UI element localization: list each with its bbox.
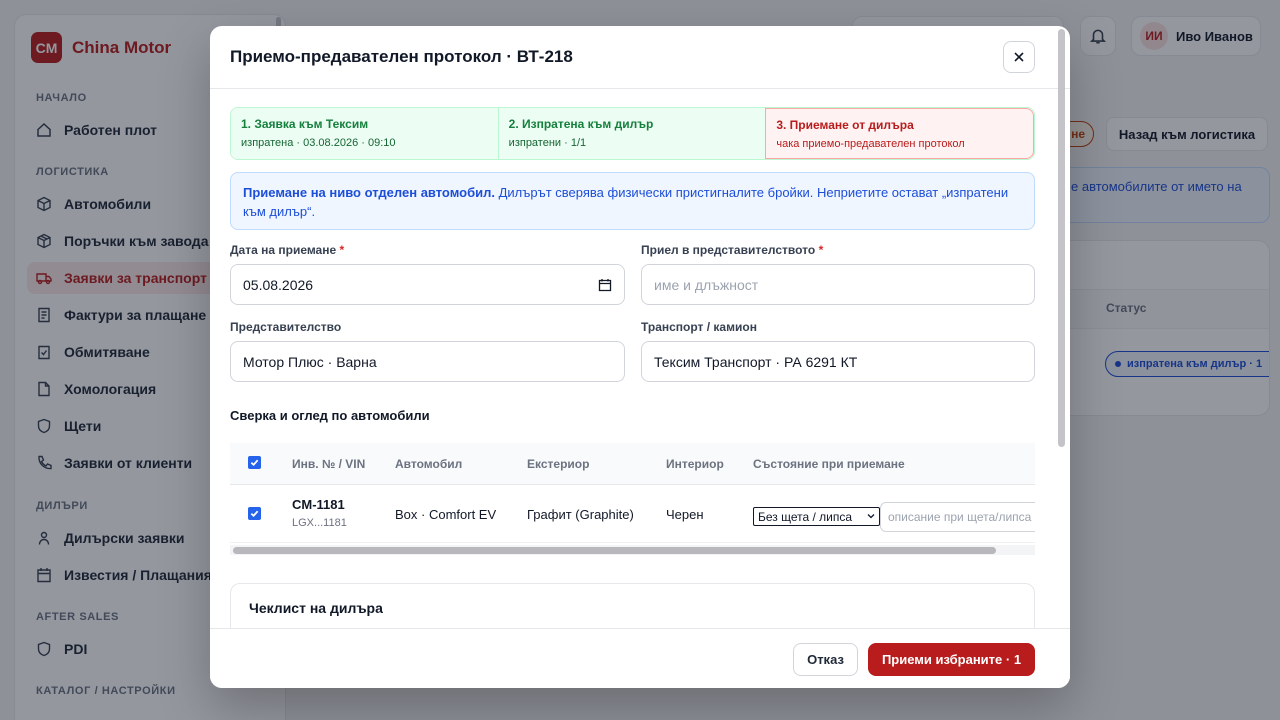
dealer-label: Представителство [230, 320, 342, 334]
close-icon [1014, 52, 1024, 62]
calendar-icon[interactable] [598, 278, 612, 292]
step-title: 2. Изпратена към дилър [508, 117, 654, 131]
dealer-input[interactable]: Мотор Плюс · Варна [230, 341, 625, 382]
step-subtitle: изпратена · 03.08.2026 · 09:10 [241, 137, 396, 149]
date-value: 05.08.2026 [243, 276, 314, 293]
dialog-footer: Отказ Приеми избраните · 1 [210, 628, 1070, 688]
select-all-checkbox[interactable] [248, 456, 261, 469]
inventory-number: CM-1181 [292, 497, 345, 512]
accept-selected-button[interactable]: Приеми избраните · 1 [868, 643, 1035, 676]
row-checkbox[interactable] [248, 507, 261, 520]
col-interior: Интериор [666, 457, 724, 471]
step-sent-to-dealer: 2. Изпратена към дилър изпратени · 1/1 [497, 108, 766, 159]
table-horizontal-scrollbar[interactable] [230, 545, 1035, 555]
transport-label: Транспорт / камион [641, 320, 757, 334]
check-icon [250, 459, 259, 467]
step-request-teksim: 1. Заявка към Тексим изпратена · 03.08.2… [231, 108, 498, 159]
acceptance-date-input[interactable]: 05.08.2026 [230, 264, 625, 305]
dialog-title: Приемо-предавателен протокол · ВТ-218 [230, 47, 573, 66]
info-banner: Приемане на ниво отделен автомобил. Дилъ… [230, 172, 1035, 230]
required-mark: * [339, 243, 345, 257]
condition-select[interactable]: Без щета / липса [753, 507, 880, 526]
received-by-input[interactable]: име и длъжност [641, 264, 1035, 305]
exterior-color: Графит (Graphite) [527, 507, 634, 522]
cancel-button[interactable]: Отказ [793, 643, 858, 676]
checklist-title: Чеклист на дилъра [249, 600, 383, 616]
check-icon [250, 510, 259, 518]
dialog-scrollbar[interactable] [1058, 29, 1065, 447]
vehicle-check-section-title: Сверка и оглед по автомобили [230, 408, 430, 423]
car-model: Box · Comfort EV [395, 507, 497, 522]
received-by-label: Приел в представителството * [641, 243, 824, 257]
required-mark: * [818, 243, 824, 257]
vin: LGX...1181 [292, 517, 347, 529]
condition-value: Без щета / липса [758, 509, 853, 524]
col-vin: Инв. № / VIN [292, 457, 366, 471]
step-subtitle: изпратени · 1/1 [508, 137, 587, 149]
close-button[interactable] [1003, 41, 1035, 73]
interior-color: Черен [666, 507, 704, 522]
col-condition: Състояние при приемане [753, 457, 905, 471]
damage-description-input[interactable]: описание при щета/липса [880, 502, 1035, 532]
progress-steps: 1. Заявка към Тексим изпратена · 03.08.2… [230, 107, 1035, 160]
info-banner-title: Приемане на ниво отделен автомобил. [243, 185, 495, 200]
vehicle-table: Инв. № / VIN Автомобил Екстериор Интерио… [230, 443, 1035, 558]
transport-input[interactable]: Тексим Транспорт · РА 6291 КТ [641, 341, 1035, 382]
scrollbar-thumb[interactable] [233, 547, 996, 554]
date-label: Дата на приемане * [230, 243, 345, 257]
dialog-header: Приемо-предавателен протокол · ВТ-218 [210, 26, 1070, 89]
col-car: Автомобил [395, 457, 463, 471]
table-header: Инв. № / VIN Автомобил Екстериор Интерио… [230, 443, 1035, 485]
step-dealer-acceptance: 3. Приемане от дилъра чака приемо-предав… [765, 108, 1034, 159]
step-title: 1. Заявка към Тексим [241, 117, 369, 131]
step-title: 3. Приемане от дилъра [776, 118, 914, 132]
table-row: CM-1181 LGX...1181 Box · Comfort EV Граф… [230, 485, 1035, 543]
step-subtitle: чака приемо-предавателен протокол [776, 138, 965, 150]
col-exterior: Екстериор [527, 457, 590, 471]
chevron-down-icon [867, 514, 875, 519]
handover-protocol-dialog: Приемо-предавателен протокол · ВТ-218 1.… [210, 26, 1070, 688]
